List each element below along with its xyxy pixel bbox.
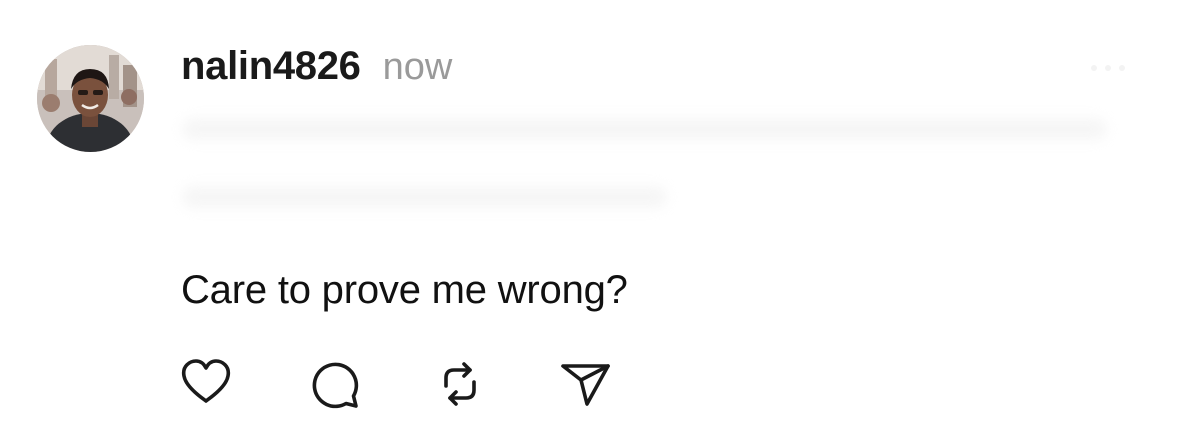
username[interactable]: nalin4826 <box>181 44 361 89</box>
comment-icon <box>312 362 359 409</box>
post-header: nalin4826 now <box>181 44 452 94</box>
like-button[interactable] <box>178 356 234 412</box>
blurred-text-line <box>182 186 667 208</box>
reply-button[interactable] <box>306 356 362 412</box>
post-text: Care to prove me wrong? <box>181 268 628 312</box>
more-icon[interactable] <box>1088 62 1128 74</box>
blurred-text-line <box>182 118 1107 140</box>
avatar[interactable] <box>37 45 144 152</box>
repost-button[interactable] <box>432 356 488 412</box>
timestamp: now <box>382 46 453 88</box>
avatar-image <box>37 45 144 152</box>
share-button[interactable] <box>558 356 614 412</box>
heart-icon <box>181 359 231 403</box>
post-card: nalin4826 now Care to prove me wrong? <box>0 0 1179 444</box>
repost-icon <box>444 362 476 406</box>
send-icon <box>561 364 610 406</box>
